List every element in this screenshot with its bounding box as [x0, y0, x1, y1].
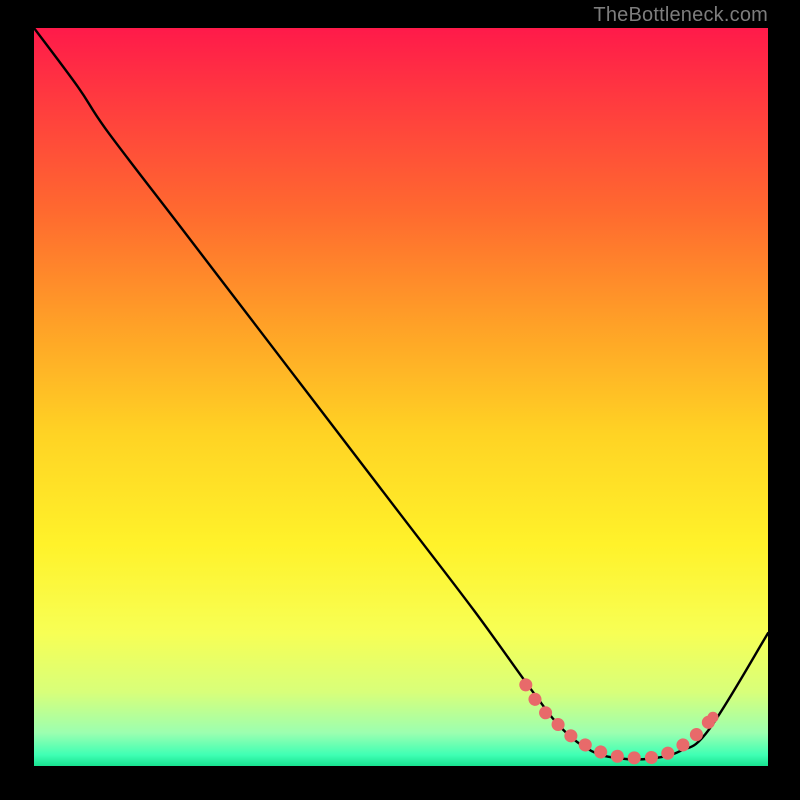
- chart-stage: TheBottleneck.com: [0, 0, 800, 800]
- watermark-text: TheBottleneck.com: [593, 4, 768, 27]
- plot-area: [34, 28, 768, 766]
- chart-svg: [34, 28, 768, 766]
- gradient-background: [34, 28, 768, 766]
